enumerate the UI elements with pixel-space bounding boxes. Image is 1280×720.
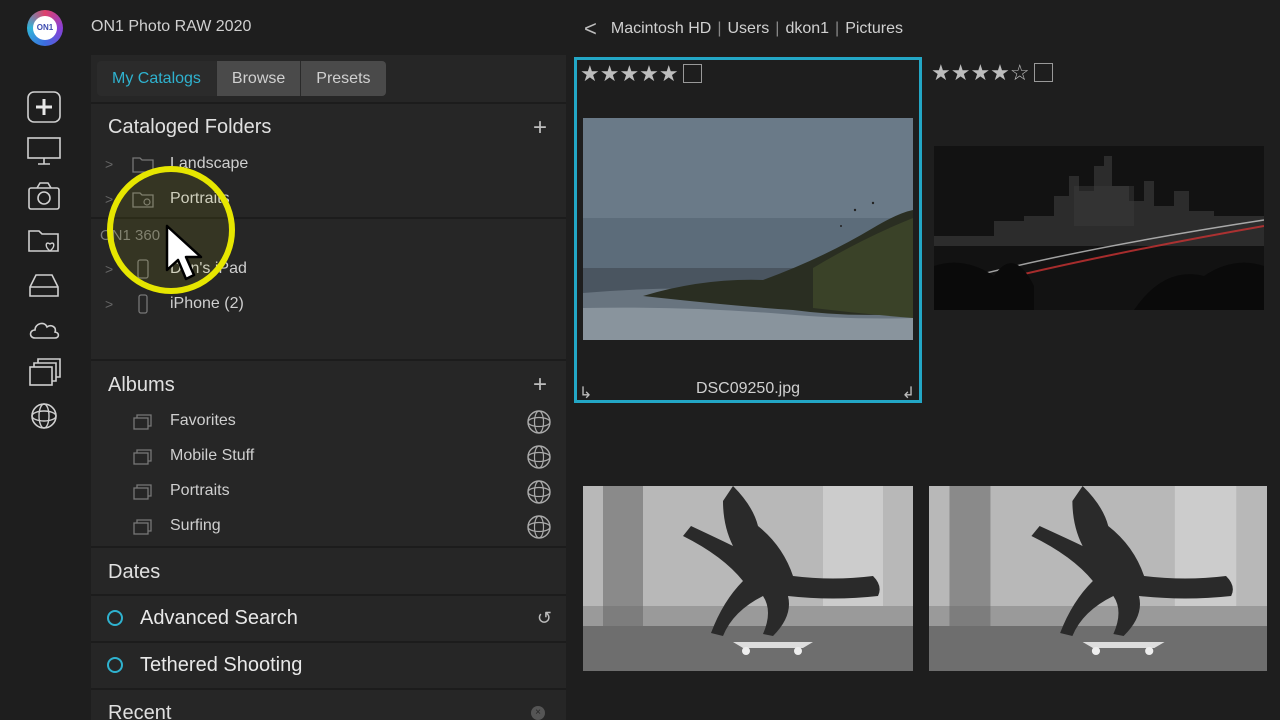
sync-360-icon[interactable] xyxy=(524,407,554,437)
rating-stars[interactable]: ★★★★★ xyxy=(580,61,679,86)
catalog-panel: My Catalogs Browse Presets Cataloged Fol… xyxy=(91,55,566,720)
corner-arrow-icon: ↳ xyxy=(579,385,593,402)
chevron-right-icon[interactable]: > xyxy=(105,296,113,312)
sync-360-icon[interactable] xyxy=(524,442,554,472)
plus-icon xyxy=(27,91,61,123)
tethered-shooting-row[interactable]: Tethered Shooting xyxy=(91,643,566,688)
album-label: Surfing xyxy=(170,517,221,534)
cataloged-folders-title[interactable]: Cataloged Folders xyxy=(108,116,271,139)
albums-button[interactable] xyxy=(24,354,64,390)
star-rating[interactable]: ★★★★☆ xyxy=(931,60,1053,86)
phone-icon xyxy=(138,294,148,314)
breadcrumb-item[interactable]: Users xyxy=(728,20,770,38)
album-icon xyxy=(133,414,152,430)
breadcrumb-separator: | xyxy=(775,20,780,37)
folder-heart-icon xyxy=(28,230,59,252)
drive-button[interactable] xyxy=(24,267,64,303)
device-label: iPhone (2) xyxy=(170,295,244,312)
on1-360-button[interactable] xyxy=(24,398,64,434)
left-rail: ON1 xyxy=(0,0,90,720)
monitor-icon xyxy=(27,137,61,165)
dates-title[interactable]: Dates xyxy=(108,561,160,584)
sync-360-icon[interactable] xyxy=(524,512,554,542)
tethered-shooting-label: Tethered Shooting xyxy=(140,654,303,676)
album-icon xyxy=(133,484,152,500)
album-row[interactable]: Surfing xyxy=(91,512,566,542)
cloud-icon xyxy=(29,322,60,339)
corner-arrow-icon: ↲ xyxy=(901,385,915,402)
status-ring-icon xyxy=(107,610,123,626)
chevron-right-icon[interactable]: > xyxy=(105,261,113,277)
rating-stars[interactable]: ★★★★☆ xyxy=(931,60,1030,85)
breadcrumb-item[interactable]: dkon1 xyxy=(785,20,829,38)
divider xyxy=(91,546,566,548)
thumbnail-cell[interactable]: ★★★★☆ xyxy=(926,57,1271,403)
photo-thumbnail xyxy=(583,118,913,340)
advanced-search-row[interactable]: Advanced Search ↺ xyxy=(91,596,566,641)
album-icon xyxy=(133,449,152,465)
file-name: DSC09250.jpg xyxy=(695,380,801,397)
back-chevron-icon[interactable]: < xyxy=(584,16,597,42)
breadcrumb-item[interactable]: Pictures xyxy=(845,20,903,38)
panel-tabs: My Catalogs Browse Presets xyxy=(97,61,386,96)
camera-icon xyxy=(28,182,60,210)
breadcrumb-separator: | xyxy=(835,20,840,37)
sync-360-icon[interactable] xyxy=(524,477,554,507)
status-ring-icon xyxy=(107,657,123,673)
thumbnail-cell[interactable]: ★★★★★ DSC09250.jpg ↳ ↲ xyxy=(574,57,922,403)
device-row[interactable]: > iPhone (2) xyxy=(91,290,566,320)
advanced-search-label: Advanced Search xyxy=(140,607,298,629)
album-label: Favorites xyxy=(170,412,236,429)
album-row[interactable]: Mobile Stuff xyxy=(91,442,566,472)
thumbnail-cell[interactable] xyxy=(926,404,1271,704)
breadcrumb: < Macintosh HD | Users | dkon1 | Picture… xyxy=(584,16,903,42)
cloud-button[interactable] xyxy=(24,311,64,347)
divider xyxy=(91,102,566,104)
logo-text: ON1 xyxy=(33,16,57,40)
photo-thumbnail xyxy=(929,486,1267,671)
album-icon xyxy=(133,519,152,535)
album-row[interactable]: Portraits xyxy=(91,477,566,507)
album-row[interactable]: Favorites xyxy=(91,407,566,437)
thumbnail-cell[interactable] xyxy=(580,404,918,704)
clear-recent-icon[interactable]: × xyxy=(531,706,545,720)
app-title: ON1 Photo RAW 2020 xyxy=(91,18,252,35)
add-folder-button[interactable]: + xyxy=(533,116,547,140)
select-checkbox[interactable] xyxy=(1033,63,1053,82)
album-label: Mobile Stuff xyxy=(170,447,255,464)
mouse-cursor-icon xyxy=(165,224,203,281)
select-checkbox[interactable] xyxy=(682,64,702,83)
photo-thumbnail xyxy=(934,146,1264,310)
add-button[interactable] xyxy=(24,89,64,125)
star-rating[interactable]: ★★★★★ xyxy=(580,61,702,87)
breadcrumb-item[interactable]: Macintosh HD xyxy=(611,20,711,38)
chevron-right-icon[interactable]: > xyxy=(105,156,113,172)
divider xyxy=(91,359,566,361)
drive-icon xyxy=(29,274,59,297)
tab-my-catalogs[interactable]: My Catalogs xyxy=(97,61,217,96)
breadcrumb-separator: | xyxy=(717,20,722,37)
add-album-button[interactable]: + xyxy=(533,373,547,397)
recent-title[interactable]: Recent xyxy=(108,702,171,720)
favorites-folder-button[interactable] xyxy=(24,222,64,258)
stack-icon xyxy=(29,358,61,386)
tab-presets[interactable]: Presets xyxy=(301,61,386,96)
tab-browse[interactable]: Browse xyxy=(216,61,302,96)
on1-logo[interactable]: ON1 xyxy=(27,10,63,46)
album-label: Portraits xyxy=(170,482,230,499)
reset-icon[interactable]: ↺ xyxy=(537,608,552,629)
albums-title[interactable]: Albums xyxy=(108,374,175,397)
photo-thumbnail xyxy=(583,486,913,671)
divider xyxy=(91,688,566,690)
sphere-icon xyxy=(31,403,57,429)
camera-button[interactable] xyxy=(24,178,64,214)
local-drives-button[interactable] xyxy=(24,133,64,169)
